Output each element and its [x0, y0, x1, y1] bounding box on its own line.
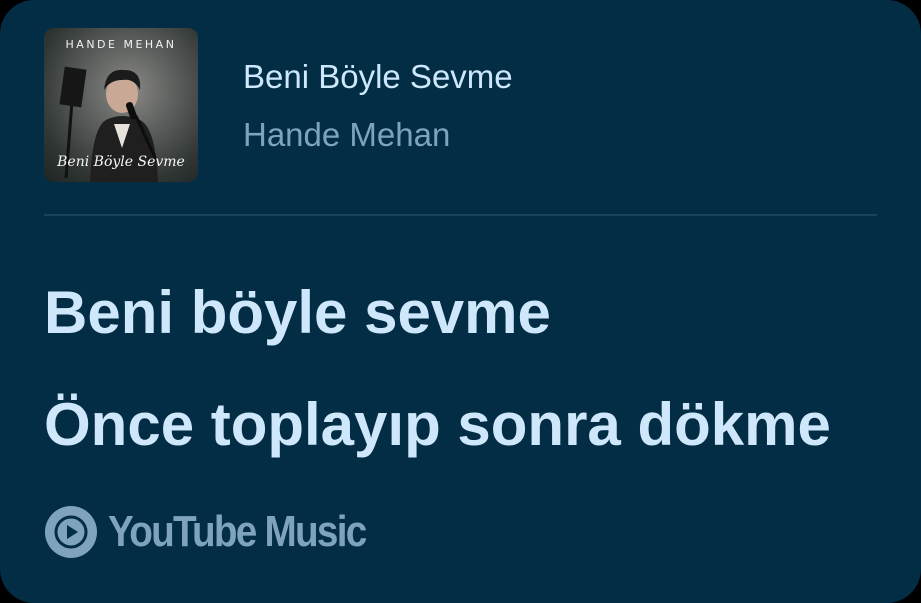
- youtube-music-logo: YouTube Music: [44, 505, 401, 559]
- divider: [44, 214, 877, 216]
- cover-artist-text: HANDE MEHAN: [65, 38, 177, 51]
- song-artist: Hande Mehan: [243, 116, 451, 153]
- lyrics-card: HANDE MEHAN Beni Böyle Sevme Beni Böyle …: [0, 0, 921, 603]
- song-title: Beni Böyle Sevme: [243, 58, 513, 95]
- play-circle-icon: [45, 506, 97, 558]
- track-header[interactable]: HANDE MEHAN Beni Böyle Sevme Beni Böyle …: [44, 28, 877, 183]
- cover-script-text: Beni Böyle Sevme: [57, 154, 185, 170]
- brand-name: YouTube Music: [108, 507, 367, 556]
- lyric-line: Beni böyle sevme: [44, 279, 551, 346]
- lyric-line: Önce toplayıp sonra dökme: [44, 391, 831, 458]
- album-cover: HANDE MEHAN Beni Böyle Sevme: [44, 28, 198, 182]
